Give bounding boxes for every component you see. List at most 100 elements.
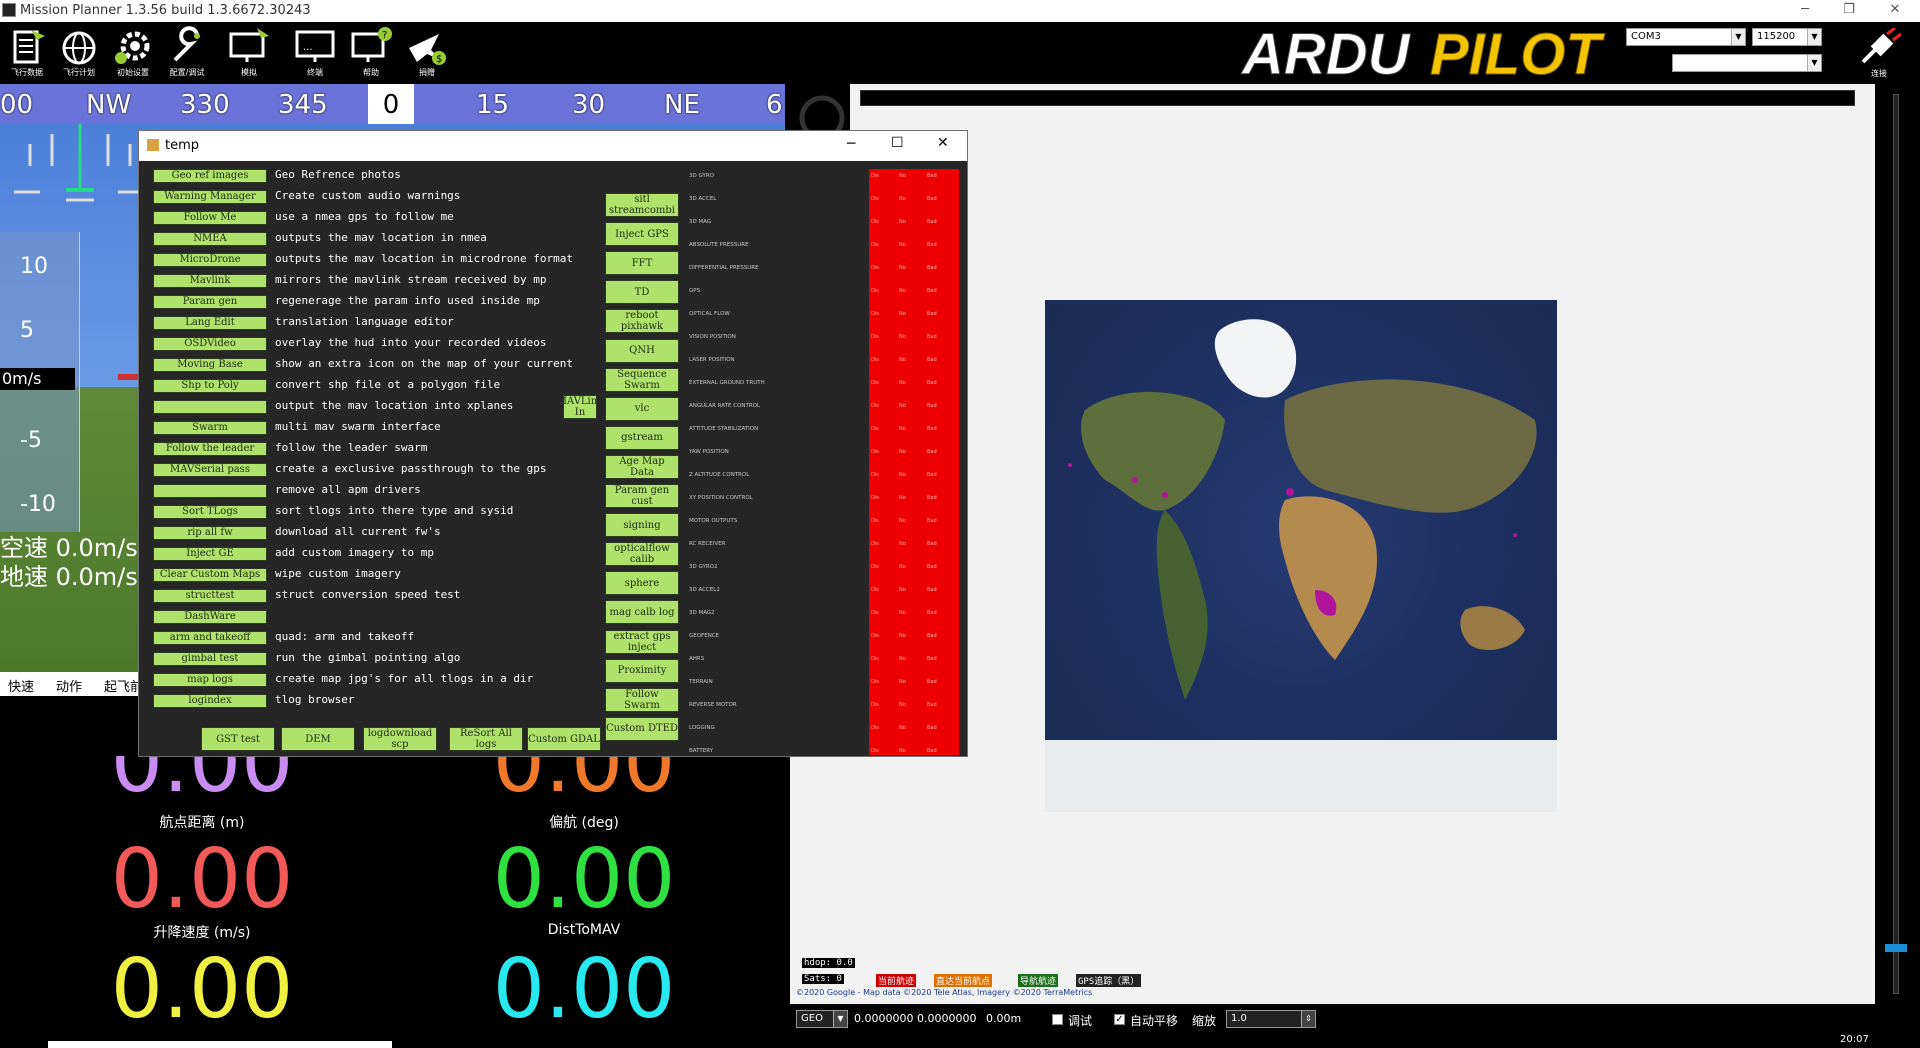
tool-button[interactable]: mag calb log bbox=[605, 600, 679, 625]
zoom-stepper[interactable]: 1.0 ⇕ bbox=[1226, 1010, 1316, 1028]
tool-button[interactable]: Swarm bbox=[153, 421, 267, 435]
sensor-label: XY POSITION CONTROL bbox=[689, 495, 753, 501]
sensor-status: Bad bbox=[927, 288, 937, 294]
sensor-status: Bad bbox=[927, 610, 937, 616]
tool-button[interactable]: gimbal test bbox=[153, 652, 267, 666]
tool-button[interactable]: Lang Edit bbox=[153, 316, 267, 330]
tool-button[interactable]: GST test bbox=[201, 727, 275, 751]
horizontal-scrollbar[interactable] bbox=[48, 1041, 392, 1048]
tool-button[interactable]: arm and takeoff bbox=[153, 631, 267, 645]
tool-button[interactable]: Proximity bbox=[605, 658, 679, 683]
coord-type-select[interactable]: GEO ▼ bbox=[796, 1010, 848, 1028]
tool-button[interactable]: vlc bbox=[605, 396, 679, 421]
sensor-status: Dis bbox=[871, 449, 879, 455]
tool-button[interactable]: NMEA bbox=[153, 232, 267, 246]
com-port-select[interactable]: COM3 ▼ bbox=[1626, 28, 1746, 46]
tool-button[interactable]: structtest bbox=[153, 589, 267, 603]
monitor-plane-icon bbox=[229, 28, 269, 62]
help-button[interactable]: ? 帮助 bbox=[346, 26, 396, 82]
tool-button[interactable]: reboot pixhawk bbox=[605, 309, 679, 334]
sensor-status: Bad bbox=[927, 334, 937, 340]
slider-thumb[interactable] bbox=[1885, 944, 1907, 952]
tool-button[interactable]: DEM bbox=[281, 727, 355, 751]
vertical-slider[interactable] bbox=[1875, 84, 1920, 1004]
tool-button[interactable]: MAVSerial pass bbox=[153, 463, 267, 477]
tool-button[interactable]: Custom GDAL bbox=[527, 727, 601, 751]
initial-setup-button[interactable]: 初始设置 bbox=[108, 26, 158, 82]
tool-button[interactable]: Param gen bbox=[153, 295, 267, 309]
sensor-status: Dis bbox=[871, 196, 879, 202]
restore-button[interactable]: ❐ bbox=[1834, 2, 1864, 20]
svg-text:?: ? bbox=[382, 30, 387, 41]
donate-button[interactable]: $ 捐赠 bbox=[402, 26, 452, 82]
tool-button[interactable]: logindex bbox=[153, 694, 267, 708]
tool-button[interactable]: sitl streamcombi bbox=[605, 193, 679, 217]
sensor-status: Dis bbox=[871, 656, 879, 662]
tool-button[interactable]: Geo ref images bbox=[153, 169, 267, 183]
legend-gps-track: GPS追踪（黑） bbox=[1076, 974, 1142, 987]
tool-button[interactable]: Mavlink bbox=[153, 274, 267, 288]
tool-button[interactable]: DashWare bbox=[153, 610, 267, 624]
tool-button[interactable]: Age Map Data bbox=[605, 454, 679, 479]
config-tuning-button[interactable]: 配置/调试 bbox=[162, 26, 212, 82]
tool-description: convert shp file ot a polygon file bbox=[275, 378, 501, 391]
sensor-status: No bbox=[899, 748, 906, 754]
sensor-label: 3D GYRO bbox=[689, 173, 714, 179]
sensor-label: BATTERY bbox=[689, 748, 714, 754]
sensor-label: AHRS bbox=[689, 656, 705, 662]
tool-button[interactable]: Shp to Poly bbox=[153, 379, 267, 393]
tool-button[interactable] bbox=[153, 484, 267, 498]
tool-description: create a exclusive passthrough to the gp… bbox=[275, 462, 547, 475]
tool-button[interactable]: TD bbox=[605, 280, 679, 305]
tool-button[interactable] bbox=[153, 400, 267, 414]
baud-rate-select[interactable]: 115200 ▼ bbox=[1752, 28, 1822, 46]
close-button[interactable]: ✕ bbox=[1880, 2, 1910, 20]
tool-button[interactable]: opticalflow calib bbox=[605, 542, 679, 567]
minimize-button[interactable]: ─ bbox=[1790, 2, 1820, 20]
tab-actions[interactable]: 动作 bbox=[56, 676, 82, 695]
tool-button[interactable]: signing bbox=[605, 513, 679, 538]
tool-button[interactable]: Sort TLogs bbox=[153, 505, 267, 519]
flight-plan-button[interactable]: 飞行计划 bbox=[54, 26, 104, 82]
tool-button[interactable]: MicroDrone bbox=[153, 253, 267, 267]
tool-button[interactable]: rip all fw bbox=[153, 526, 267, 540]
close-button[interactable]: ✕ bbox=[937, 135, 949, 151]
tool-button[interactable]: extract gps inject bbox=[605, 629, 679, 654]
message-bar bbox=[860, 90, 1855, 106]
link-type-select[interactable]: ▼ bbox=[1672, 54, 1822, 72]
sensor-status: No bbox=[899, 725, 906, 731]
tool-button[interactable]: FFT bbox=[605, 251, 679, 276]
tool-button[interactable]: logdownload scp bbox=[363, 727, 437, 751]
maximize-button[interactable]: ☐ bbox=[891, 135, 904, 151]
autopan-checkbox[interactable]: ✓ bbox=[1114, 1014, 1125, 1025]
tool-button[interactable]: Inject GPS bbox=[605, 222, 679, 247]
tool-button[interactable]: Inject GE bbox=[153, 547, 267, 561]
tool-button[interactable]: Follow the leader bbox=[153, 442, 267, 456]
tool-button[interactable]: Follow Me bbox=[153, 211, 267, 225]
terminal-button[interactable]: ... 终端 bbox=[290, 26, 340, 82]
tool-button[interactable]: ReSort All logs bbox=[449, 727, 523, 751]
tool-button[interactable]: Sequence Swarm bbox=[605, 367, 679, 392]
tool-button[interactable]: Follow Swarm bbox=[605, 687, 679, 712]
tool-button[interactable]: Custom DTED bbox=[605, 716, 679, 741]
tool-button[interactable]: Warning Manager bbox=[153, 190, 267, 204]
tool-button[interactable]: QNH bbox=[605, 338, 679, 363]
tool-button[interactable]: Param gen cust bbox=[605, 484, 679, 508]
mavlink-in-button[interactable]: MAVLink In bbox=[563, 395, 597, 419]
connect-button[interactable]: 连接 bbox=[1852, 26, 1906, 82]
tool-button[interactable]: OSDVideo bbox=[153, 337, 267, 351]
tool-button[interactable]: map logs bbox=[153, 673, 267, 687]
debug-checkbox[interactable] bbox=[1052, 1014, 1063, 1025]
sensor-status: Bad bbox=[927, 265, 937, 271]
sensor-status: No bbox=[899, 449, 906, 455]
tool-button[interactable]: Clear Custom Maps bbox=[153, 568, 267, 582]
tool-button[interactable]: gstream bbox=[605, 425, 679, 450]
tool-description: mirrors the mavlink stream received by m… bbox=[275, 273, 547, 286]
simulation-button[interactable]: 模拟 bbox=[224, 26, 274, 82]
minimize-button[interactable]: ─ bbox=[847, 136, 855, 152]
tab-quick[interactable]: 快速 bbox=[8, 676, 34, 695]
flight-data-button[interactable]: 飞行数据 bbox=[2, 26, 52, 82]
legend-nav-track: 导航航迹 bbox=[1018, 974, 1059, 987]
tool-button[interactable]: sphere bbox=[605, 571, 679, 596]
tool-button[interactable]: Moving Base bbox=[153, 358, 267, 372]
